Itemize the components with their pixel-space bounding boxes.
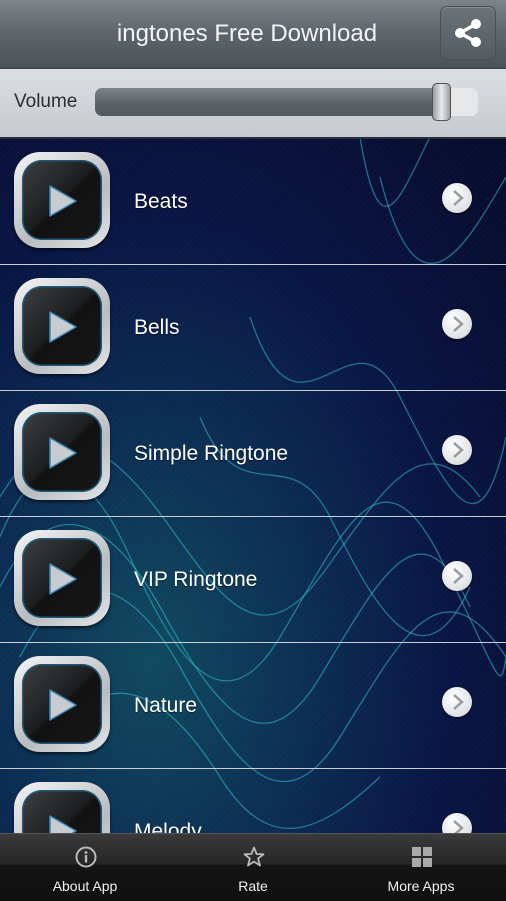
chevron-right-icon xyxy=(453,316,464,332)
chevron-right-icon xyxy=(453,568,464,584)
play-button[interactable] xyxy=(14,656,110,752)
ringtone-name: VIP Ringtone xyxy=(134,568,258,591)
app-title: ingtones Free Download xyxy=(116,20,378,47)
share-icon xyxy=(455,19,481,47)
volume-label: Volume xyxy=(14,91,78,112)
tab-more-apps[interactable]: More Apps xyxy=(337,834,505,901)
grid-icon xyxy=(412,847,432,867)
play-button[interactable] xyxy=(14,152,110,248)
play-icon xyxy=(49,185,77,217)
play-button[interactable] xyxy=(14,404,110,500)
share-button[interactable] xyxy=(440,6,496,60)
chevron-button[interactable] xyxy=(442,183,472,213)
volume-slider-fill xyxy=(95,88,440,116)
ringtone-row-simple-ringtone[interactable]: Simple Ringtone xyxy=(0,391,506,517)
ringtone-row-nature[interactable]: Nature xyxy=(0,643,506,769)
tab-label: About App xyxy=(52,878,118,894)
volume-slider[interactable] xyxy=(95,83,478,121)
chevron-right-icon xyxy=(453,442,464,458)
tab-about-app[interactable]: About App xyxy=(1,834,169,901)
chevron-right-icon xyxy=(453,694,464,710)
chevron-button[interactable] xyxy=(442,309,472,339)
tab-label: More Apps xyxy=(387,878,455,894)
chevron-right-icon xyxy=(453,190,464,206)
ringtone-row-vip-ringtone[interactable]: VIP Ringtone xyxy=(0,517,506,643)
ringtone-row-beats[interactable]: Beats xyxy=(0,139,506,265)
bottom-nav: About App Rate More Apps xyxy=(0,833,506,901)
ringtone-row-bells[interactable]: Bells xyxy=(0,265,506,391)
chevron-button[interactable] xyxy=(442,687,472,717)
tab-rate[interactable]: Rate xyxy=(169,834,337,901)
ringtone-name: Beats xyxy=(134,190,188,213)
tab-label: Rate xyxy=(238,878,268,894)
play-icon xyxy=(49,437,77,469)
ringtone-name: Simple Ringtone xyxy=(134,442,289,465)
title-bar: ingtones Free Download xyxy=(0,0,506,69)
star-icon xyxy=(243,846,265,867)
play-icon xyxy=(49,311,77,343)
chevron-button[interactable] xyxy=(442,561,472,591)
play-button[interactable] xyxy=(14,530,110,626)
play-icon xyxy=(49,563,77,595)
chevron-button[interactable] xyxy=(442,435,472,465)
play-icon xyxy=(49,689,77,721)
volume-slider-thumb[interactable] xyxy=(431,83,451,121)
ringtone-name: Bells xyxy=(134,316,180,339)
ringtone-name: Nature xyxy=(134,694,198,717)
ringtone-list: Beats Bells Simple Ringtone VIP Ringtone… xyxy=(0,139,506,895)
play-button[interactable] xyxy=(14,278,110,374)
info-icon xyxy=(75,846,97,868)
